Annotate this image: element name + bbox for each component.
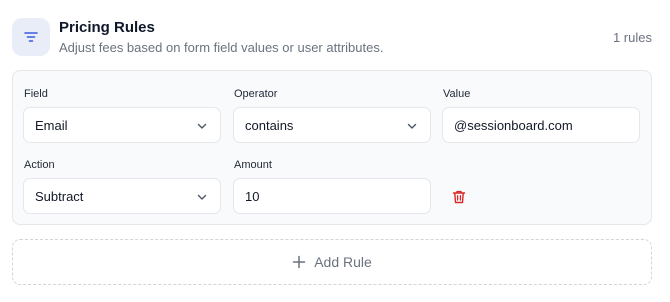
action-select-value: Subtract	[35, 188, 84, 204]
amount-input-text: 10	[245, 188, 260, 204]
operator-label: Operator	[234, 88, 278, 100]
section-title: Pricing Rules	[59, 19, 155, 36]
value-input[interactable]: @sessionboard.com	[442, 107, 640, 143]
value-label: Value	[443, 88, 471, 100]
field-select[interactable]: Email	[23, 107, 221, 143]
chevron-down-icon	[407, 123, 417, 129]
operator-select[interactable]: contains	[233, 107, 431, 143]
value-input-text: @sessionboard.com	[454, 117, 573, 133]
action-select[interactable]: Subtract	[23, 178, 221, 214]
rules-count: 1 rules	[612, 30, 652, 45]
section-header: Pricing Rules Adjust fees based on form …	[12, 16, 658, 60]
filter-icon	[12, 18, 50, 56]
add-rule-label: Add Rule	[314, 254, 372, 270]
field-select-value: Email	[35, 117, 68, 133]
amount-label: Amount	[234, 159, 272, 171]
add-rule-button[interactable]: Add Rule	[12, 239, 652, 285]
trash-icon[interactable]	[451, 189, 467, 205]
chevron-down-icon	[197, 123, 207, 129]
operator-select-value: contains	[245, 117, 294, 133]
section-subtitle: Adjust fees based on form field values o…	[59, 40, 384, 55]
amount-input[interactable]: 10	[233, 178, 431, 214]
chevron-down-icon	[197, 194, 207, 200]
plus-icon	[292, 255, 306, 269]
pricing-rule-card: Field Email Operator contains Value @ses…	[12, 70, 652, 225]
field-label: Field	[24, 88, 48, 100]
action-label: Action	[24, 159, 55, 171]
